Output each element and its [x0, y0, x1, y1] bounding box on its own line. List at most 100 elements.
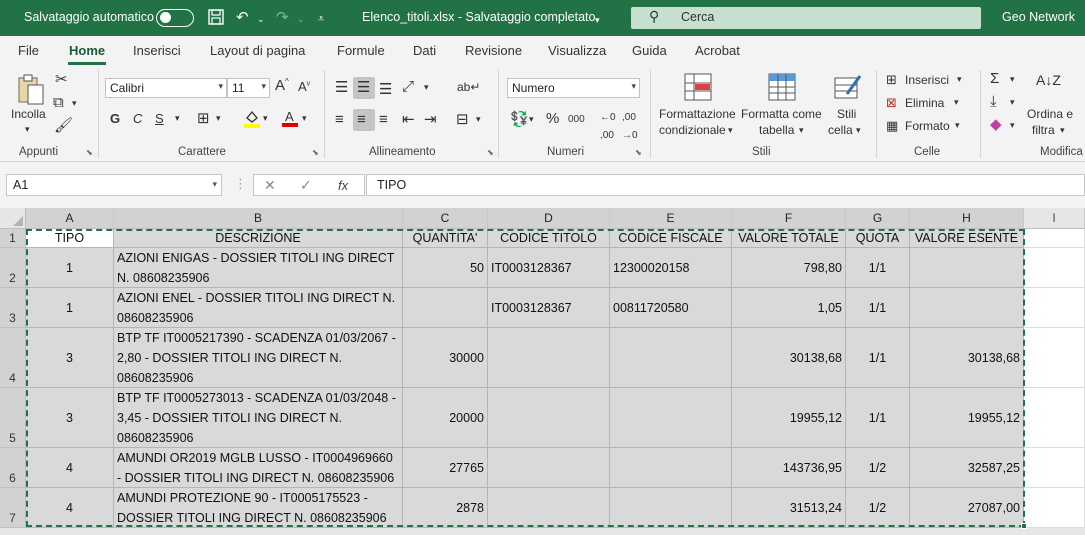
header-cell-quantita[interactable]: QUANTITA' — [403, 229, 488, 248]
save-icon[interactable] — [207, 8, 225, 32]
table-cell[interactable]: BTP TF IT0005273013 - SCADENZA 01/03/204… — [114, 388, 403, 448]
row-header-3[interactable]: 3 — [0, 288, 26, 328]
underline-button[interactable]: S — [155, 111, 164, 126]
column-header-i[interactable]: I — [1024, 208, 1085, 229]
font-launcher-icon[interactable]: ⬊ — [312, 148, 319, 157]
cell-styles-icon[interactable] — [833, 72, 863, 107]
align-center-icon[interactable]: ≡ — [357, 111, 366, 129]
autosave-toggle[interactable] — [156, 9, 194, 27]
orientation-dropdown-icon[interactable]: ▾ — [424, 82, 429, 93]
table-cell[interactable]: 20000 — [403, 388, 488, 448]
table-cell[interactable]: 32587,25 — [910, 448, 1024, 488]
search-box[interactable]: ⚲ Cerca — [631, 7, 981, 29]
redo-icon[interactable]: ↷ — [276, 8, 289, 28]
table-cell[interactable] — [610, 488, 732, 528]
merge-center-icon[interactable]: ⊟ — [456, 111, 469, 129]
clear-dropdown-icon[interactable]: ▾ — [1010, 120, 1015, 131]
header-cell-codice-fiscale[interactable]: CODICE FISCALE — [610, 229, 732, 248]
paste-dropdown-icon[interactable]: ▾ — [25, 124, 30, 135]
header-cell-codice-titolo[interactable]: CODICE TITOLO — [488, 229, 610, 248]
tab-data[interactable]: Dati — [413, 43, 436, 58]
delete-cells-icon[interactable]: ⊠ — [886, 94, 897, 112]
table-cell[interactable] — [910, 288, 1024, 328]
column-header-b[interactable]: B — [114, 208, 403, 229]
empty-cell[interactable] — [1024, 248, 1085, 288]
table-cell[interactable]: 1/1 — [846, 248, 910, 288]
tab-file[interactable]: File — [18, 43, 39, 58]
table-cell[interactable]: 2878 — [403, 488, 488, 528]
orientation-icon[interactable]: ⤢ — [402, 78, 414, 96]
clipboard-launcher-icon[interactable]: ⬊ — [86, 148, 93, 157]
increase-indent-icon[interactable]: ⇥ — [424, 111, 437, 129]
column-header-h[interactable]: H — [910, 208, 1024, 229]
header-cell-valore-esente[interactable]: VALORE ESENTE — [910, 229, 1024, 248]
fill-icon[interactable]: ⤓ — [990, 93, 997, 111]
table-cell[interactable]: AZIONI ENEL - DOSSIER TITOLI ING DIRECT … — [114, 288, 403, 328]
title-dropdown-icon[interactable]: ▾ — [595, 10, 600, 30]
conditional-formatting-dropdown-icon[interactable]: ▾ — [728, 125, 733, 136]
undo-dropdown-icon[interactable]: ⌄ — [257, 9, 265, 29]
fill-dropdown-icon[interactable]: ▾ — [1010, 97, 1015, 108]
select-all-button[interactable] — [0, 208, 26, 229]
document-title[interactable]: Elenco_titoli.xlsx - Salvataggio complet… — [362, 10, 595, 24]
row-header-1[interactable]: 1 — [0, 229, 26, 248]
empty-cell[interactable] — [1024, 448, 1085, 488]
cell-styles-label-1[interactable]: Stili — [837, 107, 856, 121]
table-cell[interactable]: 30138,68 — [910, 328, 1024, 388]
increase-font-icon[interactable]: A^ — [275, 77, 289, 94]
tab-help[interactable]: Guida — [632, 43, 667, 58]
format-as-table-icon[interactable] — [767, 72, 797, 107]
conditional-formatting-label-1[interactable]: Formattazione — [659, 107, 736, 121]
customize-qat-icon[interactable]: ⩡ — [318, 9, 324, 29]
header-cell-descrizione[interactable]: DESCRIZIONE — [114, 229, 403, 248]
table-cell[interactable]: 4 — [26, 448, 114, 488]
table-cell[interactable]: 27765 — [403, 448, 488, 488]
table-cell[interactable]: 4 — [26, 488, 114, 528]
wrap-text-icon[interactable]: ab↵ — [457, 78, 480, 96]
clear-icon[interactable]: ◆ — [990, 116, 1002, 134]
table-cell[interactable]: AMUNDI OR2019 MGLB LUSSO - IT0004969660 … — [114, 448, 403, 488]
column-header-c[interactable]: C — [403, 208, 488, 229]
autosum-dropdown-icon[interactable]: ▾ — [1010, 74, 1015, 85]
tab-home[interactable]: Home — [69, 43, 105, 58]
table-cell[interactable]: AMUNDI PROTEZIONE 90 - IT0005175523 - DO… — [114, 488, 403, 528]
align-bottom-icon[interactable]: ☰ — [379, 81, 392, 99]
format-as-table-label-2[interactable]: tabella — [759, 123, 794, 137]
tab-insert[interactable]: Inserisci — [133, 43, 181, 58]
font-size-combo[interactable]: 11 ▾ — [227, 78, 270, 98]
table-cell[interactable] — [488, 388, 610, 448]
table-cell[interactable] — [488, 488, 610, 528]
empty-cell[interactable] — [1024, 488, 1085, 528]
empty-cell[interactable] — [1024, 388, 1085, 448]
row-header-6[interactable]: 6 — [0, 448, 26, 488]
font-color-dropdown-icon[interactable]: ▾ — [302, 113, 307, 124]
table-cell[interactable] — [403, 288, 488, 328]
fill-handle[interactable] — [1021, 523, 1027, 529]
empty-cell[interactable] — [1024, 229, 1085, 248]
align-left-icon[interactable]: ≡ — [335, 111, 344, 129]
row-header-4[interactable]: 4 — [0, 328, 26, 388]
number-launcher-icon[interactable]: ⬊ — [635, 148, 642, 157]
table-cell[interactable]: 00811720580 — [610, 288, 732, 328]
user-name[interactable]: Geo Network — [1002, 10, 1075, 24]
font-name-combo[interactable]: Calibri ▾ — [105, 78, 227, 98]
redo-dropdown-icon[interactable]: ⌄ — [297, 9, 305, 29]
column-header-a[interactable]: A — [26, 208, 114, 229]
table-cell[interactable] — [488, 448, 610, 488]
row-header-2[interactable]: 2 — [0, 248, 26, 288]
table-cell[interactable]: 1 — [26, 288, 114, 328]
table-cell[interactable]: 50 — [403, 248, 488, 288]
fill-color-dropdown-icon[interactable]: ▾ — [263, 113, 268, 124]
table-cell[interactable]: BTP TF IT0005217390 - SCADENZA 01/03/206… — [114, 328, 403, 388]
sort-filter-dropdown-icon[interactable]: ▾ — [1060, 125, 1065, 136]
table-cell[interactable]: AZIONI ENIGAS - DOSSIER TITOLI ING DIREC… — [114, 248, 403, 288]
table-cell[interactable] — [488, 328, 610, 388]
name-box[interactable]: A1 ▾ — [6, 174, 222, 196]
underline-dropdown-icon[interactable]: ▾ — [175, 113, 180, 124]
table-cell[interactable]: 30000 — [403, 328, 488, 388]
undo-icon[interactable]: ↶ — [236, 8, 249, 28]
paste-button[interactable]: Incolla — [11, 107, 46, 121]
insert-dropdown-icon[interactable]: ▾ — [957, 74, 962, 85]
table-cell[interactable] — [610, 388, 732, 448]
align-middle-icon[interactable]: ☰ — [357, 79, 370, 97]
